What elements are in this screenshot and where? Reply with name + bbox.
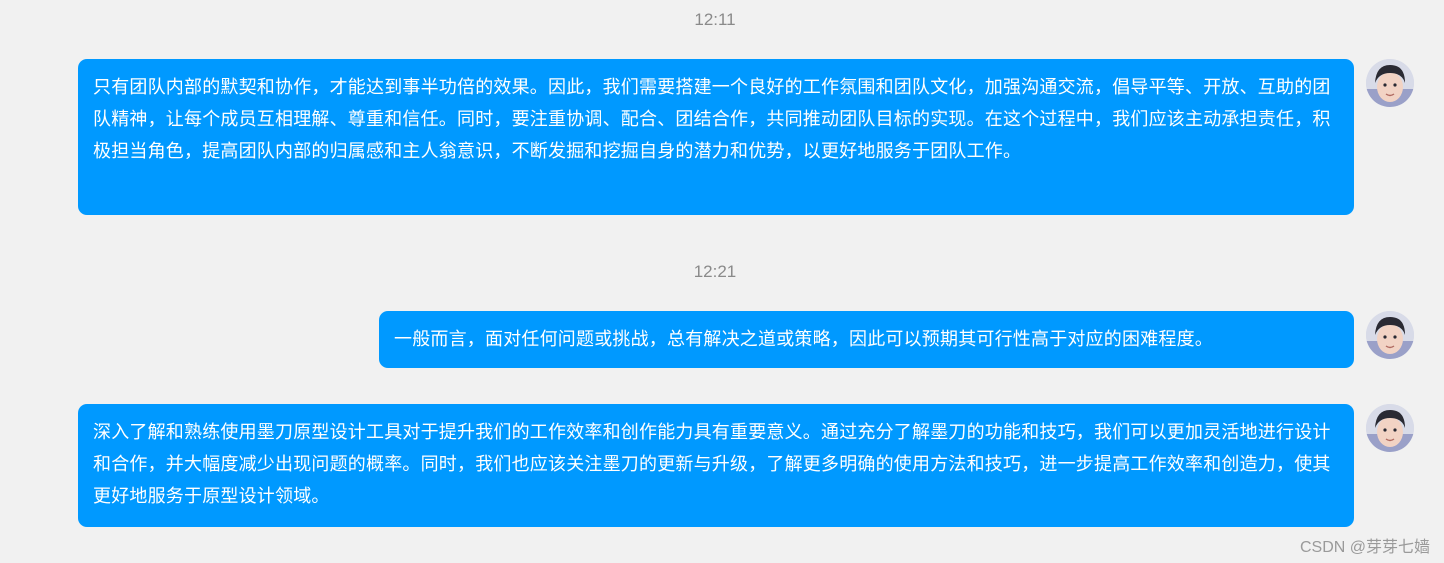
avatar[interactable] [1366, 311, 1414, 359]
message-bubble[interactable]: 深入了解和熟练使用墨刀原型设计工具对于提升我们的工作效率和创作能力具有重要意义。… [78, 404, 1354, 527]
user-avatar-icon [1366, 404, 1414, 452]
avatar[interactable] [1366, 59, 1414, 107]
timestamp: 12:11 [694, 10, 736, 29]
message-bubble[interactable]: 只有团队内部的默契和协作，才能达到事半功倍的效果。因此，我们需要搭建一个良好的工… [78, 59, 1354, 215]
timestamp: 12:21 [693, 262, 737, 281]
chat-window: 12:11 只有团队内部的默契和协作，才能达到事半功倍的效果。因此，我们需要搭建… [0, 0, 1444, 563]
user-avatar-icon [1366, 311, 1414, 359]
avatar[interactable] [1366, 404, 1414, 452]
watermark: CSDN @芽芽七嫱 [1299, 539, 1430, 556]
message-bubble[interactable]: 一般而言，面对任何问题或挑战，总有解决之道或策略，因此可以预期其可行性高于对应的… [379, 311, 1354, 368]
user-avatar-icon [1366, 59, 1414, 107]
